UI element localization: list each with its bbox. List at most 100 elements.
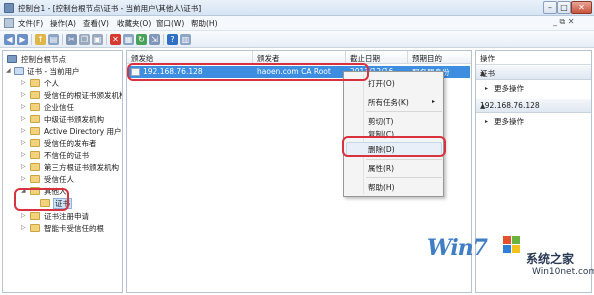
expand-arrow-icon[interactable]: ▷ (21, 224, 28, 232)
tree-item-label: 受信任的发布者 (44, 139, 97, 148)
show-tree-icon[interactable]: ▤ (48, 34, 59, 45)
export-list-icon[interactable]: ⇲ (149, 34, 160, 45)
folder-open-icon (30, 187, 40, 195)
action-section-header[interactable]: 192.168.76.128 ▲ (476, 99, 591, 113)
window-title: 控制台1 - [控制台根节点\证书 - 当前用户\其他人\证书] (18, 4, 202, 13)
expand-arrow-icon[interactable]: ▷ (21, 151, 28, 159)
collapse-arrow-icon[interactable]: ◢ (21, 187, 28, 195)
toolbar-separator (62, 34, 63, 45)
menu-item-cut[interactable]: 剪切(T) (368, 116, 393, 127)
delete-icon[interactable]: ✕ (110, 34, 121, 45)
toolbar-separator (31, 34, 32, 45)
menu-item-copy[interactable]: 复制(C) (368, 129, 394, 140)
watermark-url: Win10net.com (532, 267, 594, 277)
console-tree: 控制台根节点 ◢ 证书 - 当前用户 ▷ 个人 ▷ 受信任的根证书颁发机构 ▷ … (2, 50, 123, 293)
minimize-button[interactable]: – (543, 1, 557, 14)
menu-view[interactable]: 查看(V) (83, 18, 109, 29)
column-issued-to[interactable]: 颁发给 (131, 53, 154, 64)
mdi-window-controls[interactable]: _ ⧉ ✕ (553, 17, 575, 27)
tree-item-label: 证书 (53, 198, 72, 209)
menu-icon-gutter (363, 74, 364, 194)
show-action-pane-icon[interactable]: ▥ (180, 34, 191, 45)
back-icon[interactable]: ◀ (4, 34, 15, 45)
tree-item-label: 控制台根节点 (21, 55, 66, 64)
folder-icon (30, 91, 40, 99)
expand-arrow-icon[interactable]: ▷ (21, 91, 28, 99)
certificate-store-icon (14, 67, 24, 75)
action-more-actions[interactable]: 更多操作 (494, 116, 524, 127)
expand-arrow-icon[interactable]: ▷ (21, 139, 28, 147)
section-collapse-icon[interactable]: ▲ (480, 69, 589, 77)
document-icon (4, 18, 14, 28)
expand-arrow-icon[interactable]: ▷ (21, 127, 28, 135)
tree-item-label: 企业信任 (44, 103, 74, 112)
cut-icon[interactable]: ✂ (66, 34, 77, 45)
menu-action[interactable]: 操作(A) (50, 18, 76, 29)
watermark-site-name: 系统之家 (526, 252, 575, 266)
menu-separator (366, 159, 442, 160)
tree-item-label: 中级证书颁发机构 (44, 115, 104, 124)
help-icon[interactable]: ? (167, 34, 178, 45)
properties-icon[interactable]: ▦ (123, 34, 134, 45)
column-expiration-date[interactable]: 截止日期 (350, 53, 380, 64)
console-root-icon (7, 55, 17, 63)
close-button[interactable]: ✕ (571, 1, 592, 14)
column-divider[interactable] (407, 51, 408, 64)
windows-logo-icon (503, 236, 521, 254)
cell-issued-to: 192.168.76.128 (143, 67, 203, 76)
menu-favorites[interactable]: 收藏夹(O) (117, 18, 151, 29)
tree-item-label: 受信任人 (44, 175, 74, 184)
menu-window[interactable]: 窗口(W) (156, 18, 184, 29)
maximize-button[interactable]: □ (557, 1, 571, 14)
paste-icon[interactable]: ▣ (92, 34, 103, 45)
folder-icon (30, 115, 40, 123)
expand-arrow-icon[interactable]: ▷ (21, 103, 28, 111)
menu-bar: 文件(F) 操作(A) 查看(V) 收藏夹(O) 窗口(W) 帮助(H) _ ⧉… (0, 16, 594, 31)
submenu-arrow-icon: ▸ (485, 85, 489, 92)
folder-icon (30, 79, 40, 87)
tree-item-label: 证书 - 当前用户 (27, 67, 80, 76)
toolbar: ◀ ▶ ↑ ▤ ✂ ❐ ▣ ✕ ▦ ↻ ⇲ ? ▥ (0, 31, 594, 48)
menu-help[interactable]: 帮助(H) (191, 18, 218, 29)
menu-item-all-tasks[interactable]: 所有任务(K) (368, 97, 409, 108)
collapse-arrow-icon[interactable]: ◢ (6, 67, 13, 75)
forward-icon[interactable]: ▶ (17, 34, 28, 45)
menu-item-open[interactable]: 打开(O) (368, 78, 395, 89)
menu-item-help[interactable]: 帮助(H) (368, 182, 395, 193)
submenu-arrow-icon: ▸ (485, 118, 489, 125)
column-divider[interactable] (345, 51, 346, 64)
menu-item-properties[interactable]: 属性(R) (368, 163, 394, 174)
expand-arrow-icon[interactable]: ▷ (21, 163, 28, 171)
folder-icon (30, 175, 40, 183)
menu-file[interactable]: 文件(F) (18, 18, 43, 29)
title-bar: 控制台1 - [控制台根节点\证书 - 当前用户\其他人\证书] – □ ✕ (0, 0, 594, 16)
expand-arrow-icon[interactable]: ▷ (21, 79, 28, 87)
cell-issued-by: haoen.com CA Root (257, 67, 331, 76)
tree-item-label: 第三方根证书颁发机构 (44, 163, 119, 172)
action-section-header[interactable]: 证书 ▲ (476, 66, 591, 80)
certificate-icon (131, 68, 140, 76)
console-app-icon (4, 3, 14, 13)
column-divider[interactable] (252, 51, 253, 64)
actions-pane-header: 操作 (476, 51, 591, 65)
expand-arrow-icon[interactable]: ▷ (21, 115, 28, 123)
folder-icon (30, 224, 40, 232)
folder-icon (40, 199, 50, 207)
menu-separator (366, 111, 442, 112)
column-issued-by[interactable]: 颁发者 (257, 53, 280, 64)
menu-separator (366, 177, 442, 178)
submenu-arrow-icon: ▸ (432, 98, 436, 105)
folder-icon (30, 103, 40, 111)
expand-arrow-icon[interactable]: ▷ (21, 212, 28, 220)
section-collapse-icon[interactable]: ▲ (480, 102, 589, 110)
column-intended-purposes[interactable]: 预期目的 (412, 53, 442, 64)
up-folder-icon[interactable]: ↑ (35, 34, 46, 45)
action-more-actions[interactable]: 更多操作 (494, 83, 524, 94)
tree-item-label: 智能卡受信任的根 (44, 224, 104, 233)
copy-icon[interactable]: ❐ (79, 34, 90, 45)
menu-item-delete[interactable]: 删除(D) (368, 144, 395, 155)
folder-icon (30, 212, 40, 220)
expand-arrow-icon[interactable]: ▷ (21, 175, 28, 183)
folder-icon (30, 127, 40, 135)
refresh-icon[interactable]: ↻ (136, 34, 147, 45)
